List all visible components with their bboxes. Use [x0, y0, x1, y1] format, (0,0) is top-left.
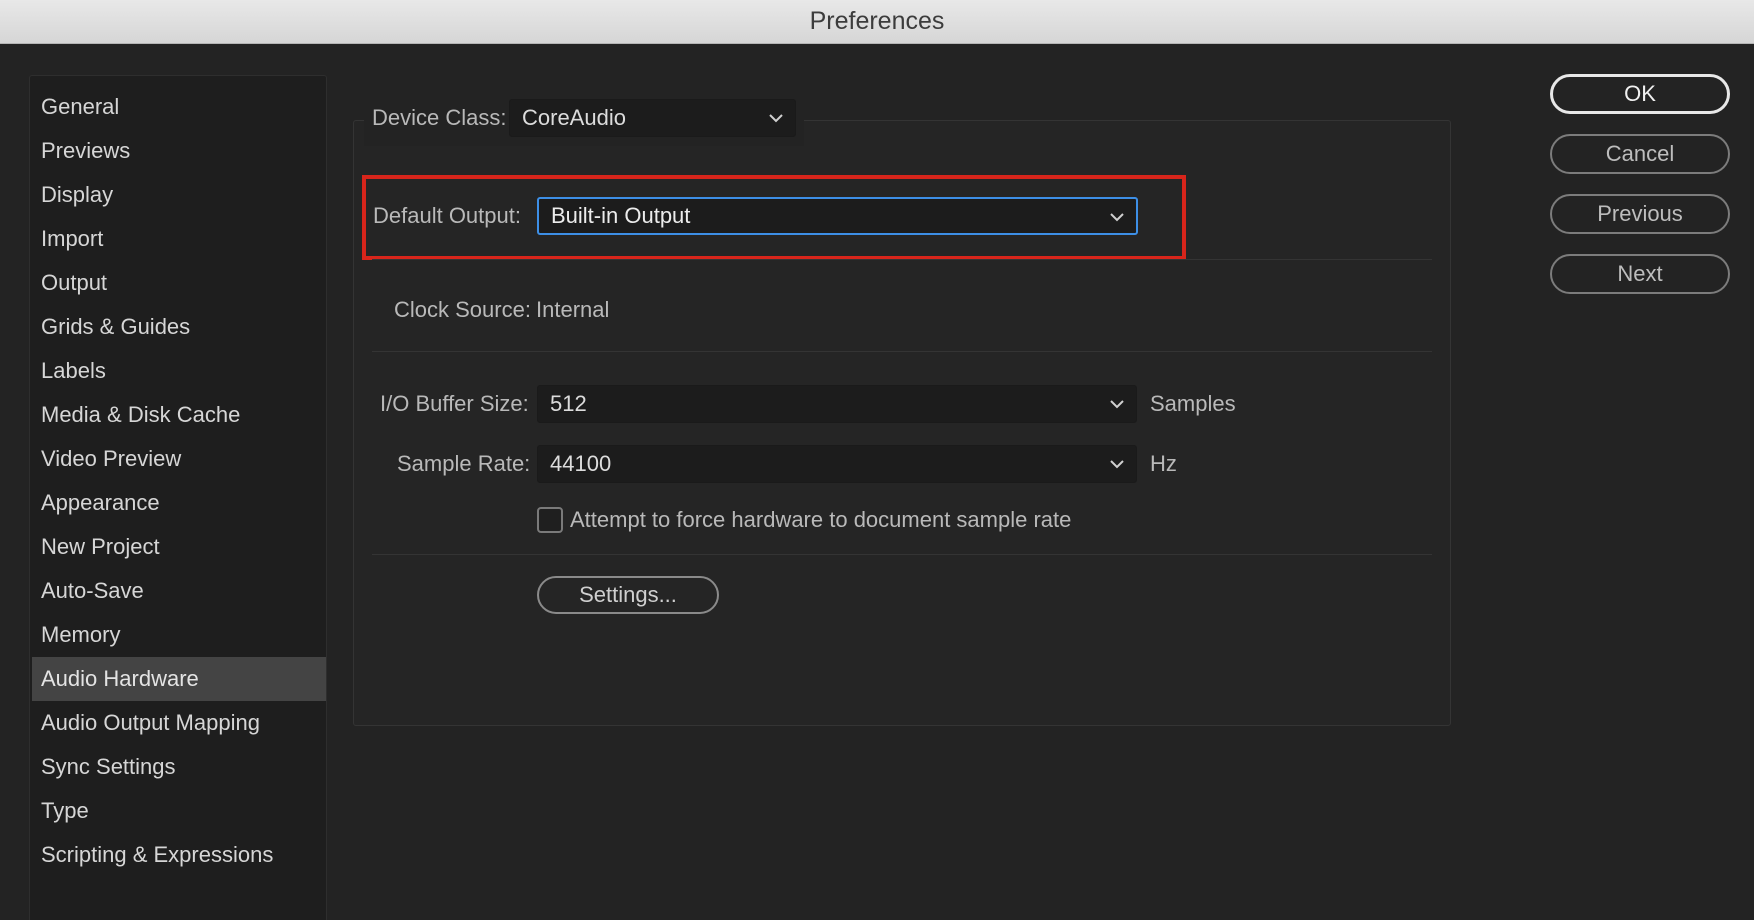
- buffer-size-unit: Samples: [1150, 391, 1236, 416]
- sidebar-item-media-disk-cache[interactable]: Media & Disk Cache: [30, 393, 326, 437]
- sidebar-item-memory[interactable]: Memory: [30, 613, 326, 657]
- divider: [372, 554, 1432, 555]
- settings-button[interactable]: Settings...: [537, 576, 719, 614]
- sample-rate-value: 44100: [550, 451, 612, 476]
- default-output-dropdown[interactable]: Built-in Output: [537, 197, 1138, 235]
- buffer-size-label: I/O Buffer Size:: [380, 391, 529, 416]
- clock-source-value: Internal: [536, 297, 610, 322]
- default-output-label: Default Output:: [373, 203, 521, 228]
- chevron-down-icon: [1108, 446, 1126, 482]
- sidebar-item-audio-output-mapping[interactable]: Audio Output Mapping: [30, 701, 326, 745]
- chevron-down-icon: [1108, 199, 1126, 235]
- clock-source-label: Clock Source:: [394, 297, 531, 322]
- divider: [372, 351, 1432, 352]
- sidebar-item-scripting-expressions[interactable]: Scripting & Expressions: [30, 833, 326, 877]
- previous-button[interactable]: Previous: [1550, 194, 1730, 234]
- sidebar-item-audio-hardware[interactable]: Audio Hardware: [32, 657, 326, 701]
- preferences-window: General Previews Display Import Output G…: [0, 44, 1754, 920]
- sidebar-item-appearance[interactable]: Appearance: [30, 481, 326, 525]
- chevron-down-icon: [1108, 386, 1126, 422]
- sidebar-item-labels[interactable]: Labels: [30, 349, 326, 393]
- sidebar-item-new-project[interactable]: New Project: [30, 525, 326, 569]
- device-class-label: Device Class:: [372, 105, 507, 130]
- force-sample-rate-label[interactable]: Attempt to force hardware to document sa…: [570, 507, 1071, 533]
- divider: [372, 259, 1432, 260]
- buffer-size-value: 512: [550, 391, 587, 416]
- sidebar-item-type[interactable]: Type: [30, 789, 326, 833]
- sample-rate-dropdown[interactable]: 44100: [537, 445, 1137, 483]
- sidebar-item-auto-save[interactable]: Auto-Save: [30, 569, 326, 613]
- preferences-sidebar: General Previews Display Import Output G…: [29, 75, 327, 920]
- sidebar-item-previews[interactable]: Previews: [30, 129, 326, 173]
- sample-rate-unit: Hz: [1150, 451, 1177, 476]
- cancel-button[interactable]: Cancel: [1550, 134, 1730, 174]
- sample-rate-label: Sample Rate:: [397, 451, 531, 476]
- window-titlebar: Preferences: [0, 0, 1754, 44]
- force-sample-rate-checkbox[interactable]: [537, 507, 563, 533]
- default-output-value: Built-in Output: [551, 203, 691, 228]
- device-class-dropdown[interactable]: CoreAudio: [509, 99, 796, 137]
- window-title: Preferences: [809, 7, 945, 35]
- sidebar-item-video-preview[interactable]: Video Preview: [30, 437, 326, 481]
- sidebar-item-sync-settings[interactable]: Sync Settings: [30, 745, 326, 789]
- chevron-down-icon: [767, 100, 785, 136]
- next-button[interactable]: Next: [1550, 254, 1730, 294]
- sidebar-item-output[interactable]: Output: [30, 261, 326, 305]
- device-class-value: CoreAudio: [522, 105, 626, 130]
- ok-button[interactable]: OK: [1550, 74, 1730, 114]
- sidebar-item-grids-guides[interactable]: Grids & Guides: [30, 305, 326, 349]
- sidebar-item-display[interactable]: Display: [30, 173, 326, 217]
- buffer-size-dropdown[interactable]: 512: [537, 385, 1137, 423]
- sidebar-item-general[interactable]: General: [30, 85, 326, 129]
- sidebar-item-import[interactable]: Import: [30, 217, 326, 261]
